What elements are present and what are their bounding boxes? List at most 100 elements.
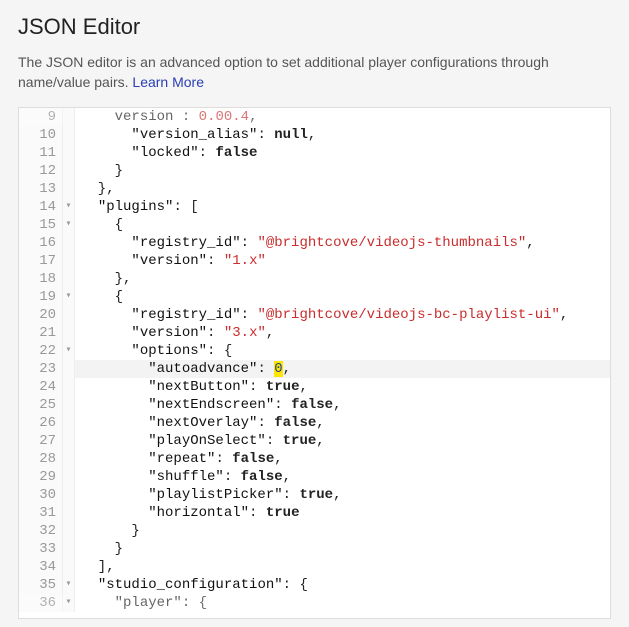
fold-spacer xyxy=(63,504,75,522)
fold-toggle-icon[interactable]: ▾ xyxy=(63,198,75,216)
code-content[interactable]: "nextButton": true, xyxy=(75,378,308,396)
line-number: 35 xyxy=(19,576,63,594)
code-line[interactable]: 16 "registry_id": "@brightcove/videojs-t… xyxy=(19,234,610,252)
learn-more-link[interactable]: Learn More xyxy=(132,74,204,90)
fold-spacer xyxy=(63,486,75,504)
code-line[interactable]: 14▾ "plugins": [ xyxy=(19,198,610,216)
code-content[interactable]: "registry_id": "@brightcove/videojs-bc-p… xyxy=(75,306,568,324)
line-number: 15 xyxy=(19,216,63,234)
line-number: 19 xyxy=(19,288,63,306)
code-line[interactable]: 10 "version_alias": null, xyxy=(19,126,610,144)
code-content[interactable]: "plugins": [ xyxy=(75,198,199,216)
code-content[interactable]: "registry_id": "@brightcove/videojs-thum… xyxy=(75,234,535,252)
code-content[interactable]: "version": "1.x" xyxy=(75,252,266,270)
code-line[interactable]: 12 } xyxy=(19,162,610,180)
code-content[interactable]: "version": "3.x", xyxy=(75,324,274,342)
fold-spacer xyxy=(63,432,75,450)
code-content[interactable]: "locked": false xyxy=(75,144,257,162)
code-line[interactable]: 32 } xyxy=(19,522,610,540)
line-number: 24 xyxy=(19,378,63,396)
code-line[interactable]: 23 "autoadvance": 0, xyxy=(19,360,610,378)
code-line[interactable]: 31 "horizontal": true xyxy=(19,504,610,522)
line-number: 23 xyxy=(19,360,63,378)
line-number: 34 xyxy=(19,558,63,576)
code-content[interactable]: "player": { xyxy=(75,594,207,612)
code-content[interactable]: "version_alias": null, xyxy=(75,126,316,144)
code-content[interactable]: "playOnSelect": true, xyxy=(75,432,325,450)
fold-spacer xyxy=(63,144,75,162)
fold-spacer xyxy=(63,180,75,198)
code-line[interactable]: 34 ], xyxy=(19,558,610,576)
fold-spacer xyxy=(63,270,75,288)
code-content[interactable]: "autoadvance": 0, xyxy=(75,360,291,378)
line-number: 9 xyxy=(19,108,63,126)
line-number: 14 xyxy=(19,198,63,216)
line-number: 17 xyxy=(19,252,63,270)
line-number: 36 xyxy=(19,594,63,612)
line-number: 33 xyxy=(19,540,63,558)
code-line[interactable]: 27 "playOnSelect": true, xyxy=(19,432,610,450)
code-content[interactable]: "nextEndscreen": false, xyxy=(75,396,341,414)
line-number: 10 xyxy=(19,126,63,144)
code-line[interactable]: 28 "repeat": false, xyxy=(19,450,610,468)
json-editor[interactable]: 9 version : 0.00.4,10 "version_alias": n… xyxy=(18,107,611,619)
code-line[interactable]: 15▾ { xyxy=(19,216,610,234)
code-content[interactable]: "nextOverlay": false, xyxy=(75,414,325,432)
code-content[interactable]: "repeat": false, xyxy=(75,450,283,468)
fold-spacer xyxy=(63,378,75,396)
line-number: 26 xyxy=(19,414,63,432)
fold-toggle-icon[interactable]: ▾ xyxy=(63,576,75,594)
code-line[interactable]: 9 version : 0.00.4, xyxy=(19,108,610,126)
code-content[interactable]: "playlistPicker": true, xyxy=(75,486,341,504)
fold-spacer xyxy=(63,396,75,414)
code-line[interactable]: 29 "shuffle": false, xyxy=(19,468,610,486)
fold-spacer xyxy=(63,252,75,270)
line-number: 12 xyxy=(19,162,63,180)
code-content[interactable]: }, xyxy=(75,270,131,288)
code-line[interactable]: 18 }, xyxy=(19,270,610,288)
code-line[interactable]: 20 "registry_id": "@brightcove/videojs-b… xyxy=(19,306,610,324)
code-content[interactable]: } xyxy=(75,540,123,558)
code-line[interactable]: 25 "nextEndscreen": false, xyxy=(19,396,610,414)
line-number: 22 xyxy=(19,342,63,360)
fold-toggle-icon[interactable]: ▾ xyxy=(63,594,75,612)
fold-spacer xyxy=(63,522,75,540)
fold-toggle-icon[interactable]: ▾ xyxy=(63,216,75,234)
code-content[interactable]: }, xyxy=(75,180,115,198)
code-line[interactable]: 19▾ { xyxy=(19,288,610,306)
code-content[interactable]: version : 0.00.4, xyxy=(75,108,257,126)
code-line[interactable]: 21 "version": "3.x", xyxy=(19,324,610,342)
code-line[interactable]: 17 "version": "1.x" xyxy=(19,252,610,270)
code-line[interactable]: 33 } xyxy=(19,540,610,558)
line-number: 28 xyxy=(19,450,63,468)
fold-spacer xyxy=(63,540,75,558)
fold-spacer xyxy=(63,468,75,486)
fold-toggle-icon[interactable]: ▾ xyxy=(63,342,75,360)
fold-toggle-icon[interactable]: ▾ xyxy=(63,288,75,306)
line-number: 20 xyxy=(19,306,63,324)
page-title: JSON Editor xyxy=(18,14,611,40)
line-number: 31 xyxy=(19,504,63,522)
code-line[interactable]: 11 "locked": false xyxy=(19,144,610,162)
code-content[interactable]: ], xyxy=(75,558,115,576)
code-content[interactable]: { xyxy=(75,216,123,234)
code-line[interactable]: 22▾ "options": { xyxy=(19,342,610,360)
code-line[interactable]: 26 "nextOverlay": false, xyxy=(19,414,610,432)
code-content[interactable]: "horizontal": true xyxy=(75,504,299,522)
code-content[interactable]: { xyxy=(75,288,123,306)
code-line[interactable]: 13 }, xyxy=(19,180,610,198)
code-line[interactable]: 30 "playlistPicker": true, xyxy=(19,486,610,504)
line-number: 13 xyxy=(19,180,63,198)
fold-spacer xyxy=(63,306,75,324)
code-content[interactable]: "options": { xyxy=(75,342,232,360)
code-line[interactable]: 35▾ "studio_configuration": { xyxy=(19,576,610,594)
code-content[interactable]: } xyxy=(75,162,123,180)
code-line[interactable]: 24 "nextButton": true, xyxy=(19,378,610,396)
code-content[interactable]: "shuffle": false, xyxy=(75,468,291,486)
line-number: 18 xyxy=(19,270,63,288)
line-number: 11 xyxy=(19,144,63,162)
code-line[interactable]: 36▾ "player": { xyxy=(19,594,610,612)
code-content[interactable]: } xyxy=(75,522,140,540)
code-content[interactable]: "studio_configuration": { xyxy=(75,576,308,594)
page-description: The JSON editor is an advanced option to… xyxy=(18,52,611,93)
